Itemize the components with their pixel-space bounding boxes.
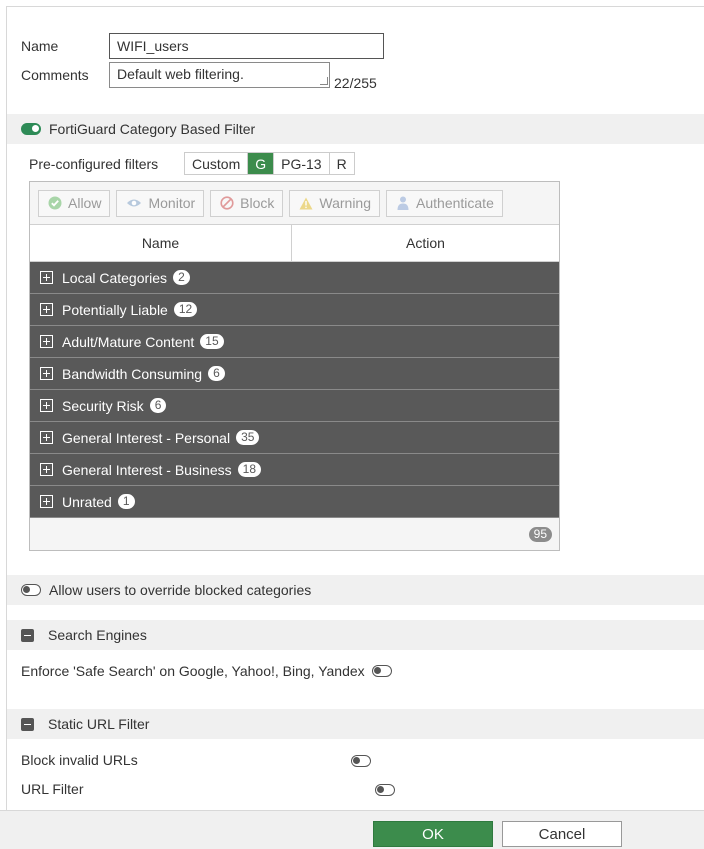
collapse-minus-icon[interactable] bbox=[21, 717, 34, 731]
category-name: Local Categories bbox=[62, 269, 168, 286]
override-label: Allow users to override blocked categori… bbox=[49, 582, 312, 598]
authenticate-button[interactable]: Authenticate bbox=[386, 189, 503, 217]
dialog-footer: OK Cancel bbox=[0, 810, 704, 849]
category-row-general-interest-business[interactable]: General Interest - Business 18 bbox=[30, 454, 559, 486]
safe-search-label: Enforce 'Safe Search' on Google, Yahoo!,… bbox=[21, 663, 365, 679]
override-section-bar: Allow users to override blocked categori… bbox=[7, 575, 704, 605]
category-row-security-risk[interactable]: Security Risk 6 bbox=[30, 390, 559, 422]
warning-button[interactable]: Warning bbox=[289, 189, 381, 217]
comments-textarea[interactable]: Default web filtering. bbox=[109, 62, 330, 88]
category-name: Adult/Mature Content bbox=[62, 333, 195, 350]
category-name: Potentially Liable bbox=[62, 301, 168, 318]
allow-label: Allow bbox=[68, 195, 102, 211]
category-action-toolbar: Allow Monitor Block Warning Authenticate bbox=[30, 182, 559, 224]
override-toggle[interactable] bbox=[21, 584, 41, 596]
safe-search-row: Enforce 'Safe Search' on Google, Yahoo!,… bbox=[21, 663, 392, 679]
check-circle-icon bbox=[48, 196, 62, 210]
category-name: General Interest - Personal bbox=[62, 429, 231, 446]
category-count-badge: 6 bbox=[208, 366, 225, 381]
preconfigured-filters-label: Pre-configured filters bbox=[29, 156, 159, 172]
monitor-label: Monitor bbox=[148, 195, 196, 211]
category-count-badge: 12 bbox=[173, 302, 198, 317]
url-filter-toggle[interactable] bbox=[374, 784, 395, 796]
expand-plus-icon[interactable] bbox=[40, 303, 53, 316]
preset-pg13[interactable]: PG-13 bbox=[274, 153, 330, 174]
category-name: Unrated bbox=[62, 493, 112, 510]
category-count-badge: 2 bbox=[173, 270, 190, 285]
name-label: Name bbox=[21, 38, 59, 54]
resize-grip-icon[interactable] bbox=[320, 77, 328, 85]
fortiguard-filter-toggle[interactable] bbox=[21, 123, 41, 135]
category-count-badge: 6 bbox=[149, 398, 167, 413]
expand-plus-icon[interactable] bbox=[40, 399, 53, 412]
category-rows: Local Categories 2 Potentially Liable 12… bbox=[30, 262, 559, 518]
block-invalid-urls-label: Block invalid URLs bbox=[21, 752, 138, 768]
search-engines-title: Search Engines bbox=[48, 627, 147, 643]
category-name: Security Risk bbox=[62, 397, 144, 414]
authenticate-label: Authenticate bbox=[416, 195, 494, 211]
preset-custom[interactable]: Custom bbox=[185, 153, 249, 174]
expand-plus-icon[interactable] bbox=[40, 495, 53, 508]
static-url-section-header[interactable]: Static URL Filter bbox=[7, 709, 704, 739]
url-filter-label: URL Filter bbox=[21, 781, 84, 797]
block-icon bbox=[220, 196, 234, 210]
safe-search-toggle[interactable] bbox=[371, 665, 392, 677]
name-input[interactable] bbox=[109, 33, 384, 59]
category-name: General Interest - Business bbox=[62, 461, 232, 478]
ok-button[interactable]: OK bbox=[373, 821, 493, 847]
fortiguard-section-header: FortiGuard Category Based Filter bbox=[7, 114, 704, 144]
expand-plus-icon[interactable] bbox=[40, 463, 53, 476]
collapse-minus-icon[interactable] bbox=[21, 628, 34, 642]
expand-plus-icon[interactable] bbox=[40, 367, 53, 380]
category-row-potentially-liable[interactable]: Potentially Liable 12 bbox=[30, 294, 559, 326]
column-header-action[interactable]: Action bbox=[292, 225, 559, 261]
block-label: Block bbox=[240, 195, 275, 211]
preset-g[interactable]: G bbox=[248, 153, 275, 174]
category-name: Bandwidth Consuming bbox=[62, 365, 203, 382]
block-button[interactable]: Block bbox=[210, 189, 284, 217]
category-row-general-interest-personal[interactable]: General Interest - Personal 35 bbox=[30, 422, 559, 454]
category-count-badge: 18 bbox=[237, 462, 261, 477]
total-count-badge: 95 bbox=[528, 527, 552, 542]
web-filter-profile-panel: Name Comments Default web filtering. 22/… bbox=[6, 6, 704, 810]
monitor-button[interactable]: Monitor bbox=[116, 189, 205, 217]
category-table-header: Name Action bbox=[30, 224, 559, 262]
warning-label: Warning bbox=[319, 195, 372, 211]
category-filter-table: Allow Monitor Block Warning Authenticate… bbox=[29, 181, 560, 551]
category-row-unrated[interactable]: Unrated 1 bbox=[30, 486, 559, 518]
warning-triangle-icon bbox=[299, 196, 313, 210]
category-count-badge: 35 bbox=[236, 430, 260, 445]
search-engines-section-header[interactable]: Search Engines bbox=[7, 620, 704, 650]
category-row-local-categories[interactable]: Local Categories 2 bbox=[30, 262, 559, 294]
static-url-title: Static URL Filter bbox=[48, 716, 150, 732]
preset-r[interactable]: R bbox=[330, 153, 354, 174]
fortiguard-section-title: FortiGuard Category Based Filter bbox=[49, 121, 256, 137]
comments-char-counter: 22/255 bbox=[334, 75, 377, 91]
block-invalid-urls-toggle[interactable] bbox=[351, 755, 371, 767]
comments-label: Comments bbox=[21, 67, 89, 83]
expand-plus-icon[interactable] bbox=[40, 271, 53, 284]
expand-plus-icon[interactable] bbox=[40, 431, 53, 444]
category-count-badge: 1 bbox=[117, 494, 135, 509]
expand-plus-icon[interactable] bbox=[40, 335, 53, 348]
preconfigured-filter-selector: Custom G PG-13 R bbox=[184, 152, 355, 175]
user-icon bbox=[396, 196, 410, 210]
cancel-button[interactable]: Cancel bbox=[502, 821, 622, 847]
category-row-adult-mature-content[interactable]: Adult/Mature Content 15 bbox=[30, 326, 559, 358]
category-row-bandwidth-consuming[interactable]: Bandwidth Consuming 6 bbox=[30, 358, 559, 390]
column-header-name[interactable]: Name bbox=[30, 225, 292, 261]
category-count-badge: 15 bbox=[200, 334, 224, 349]
eye-icon bbox=[126, 196, 142, 210]
allow-button[interactable]: Allow bbox=[38, 189, 111, 217]
